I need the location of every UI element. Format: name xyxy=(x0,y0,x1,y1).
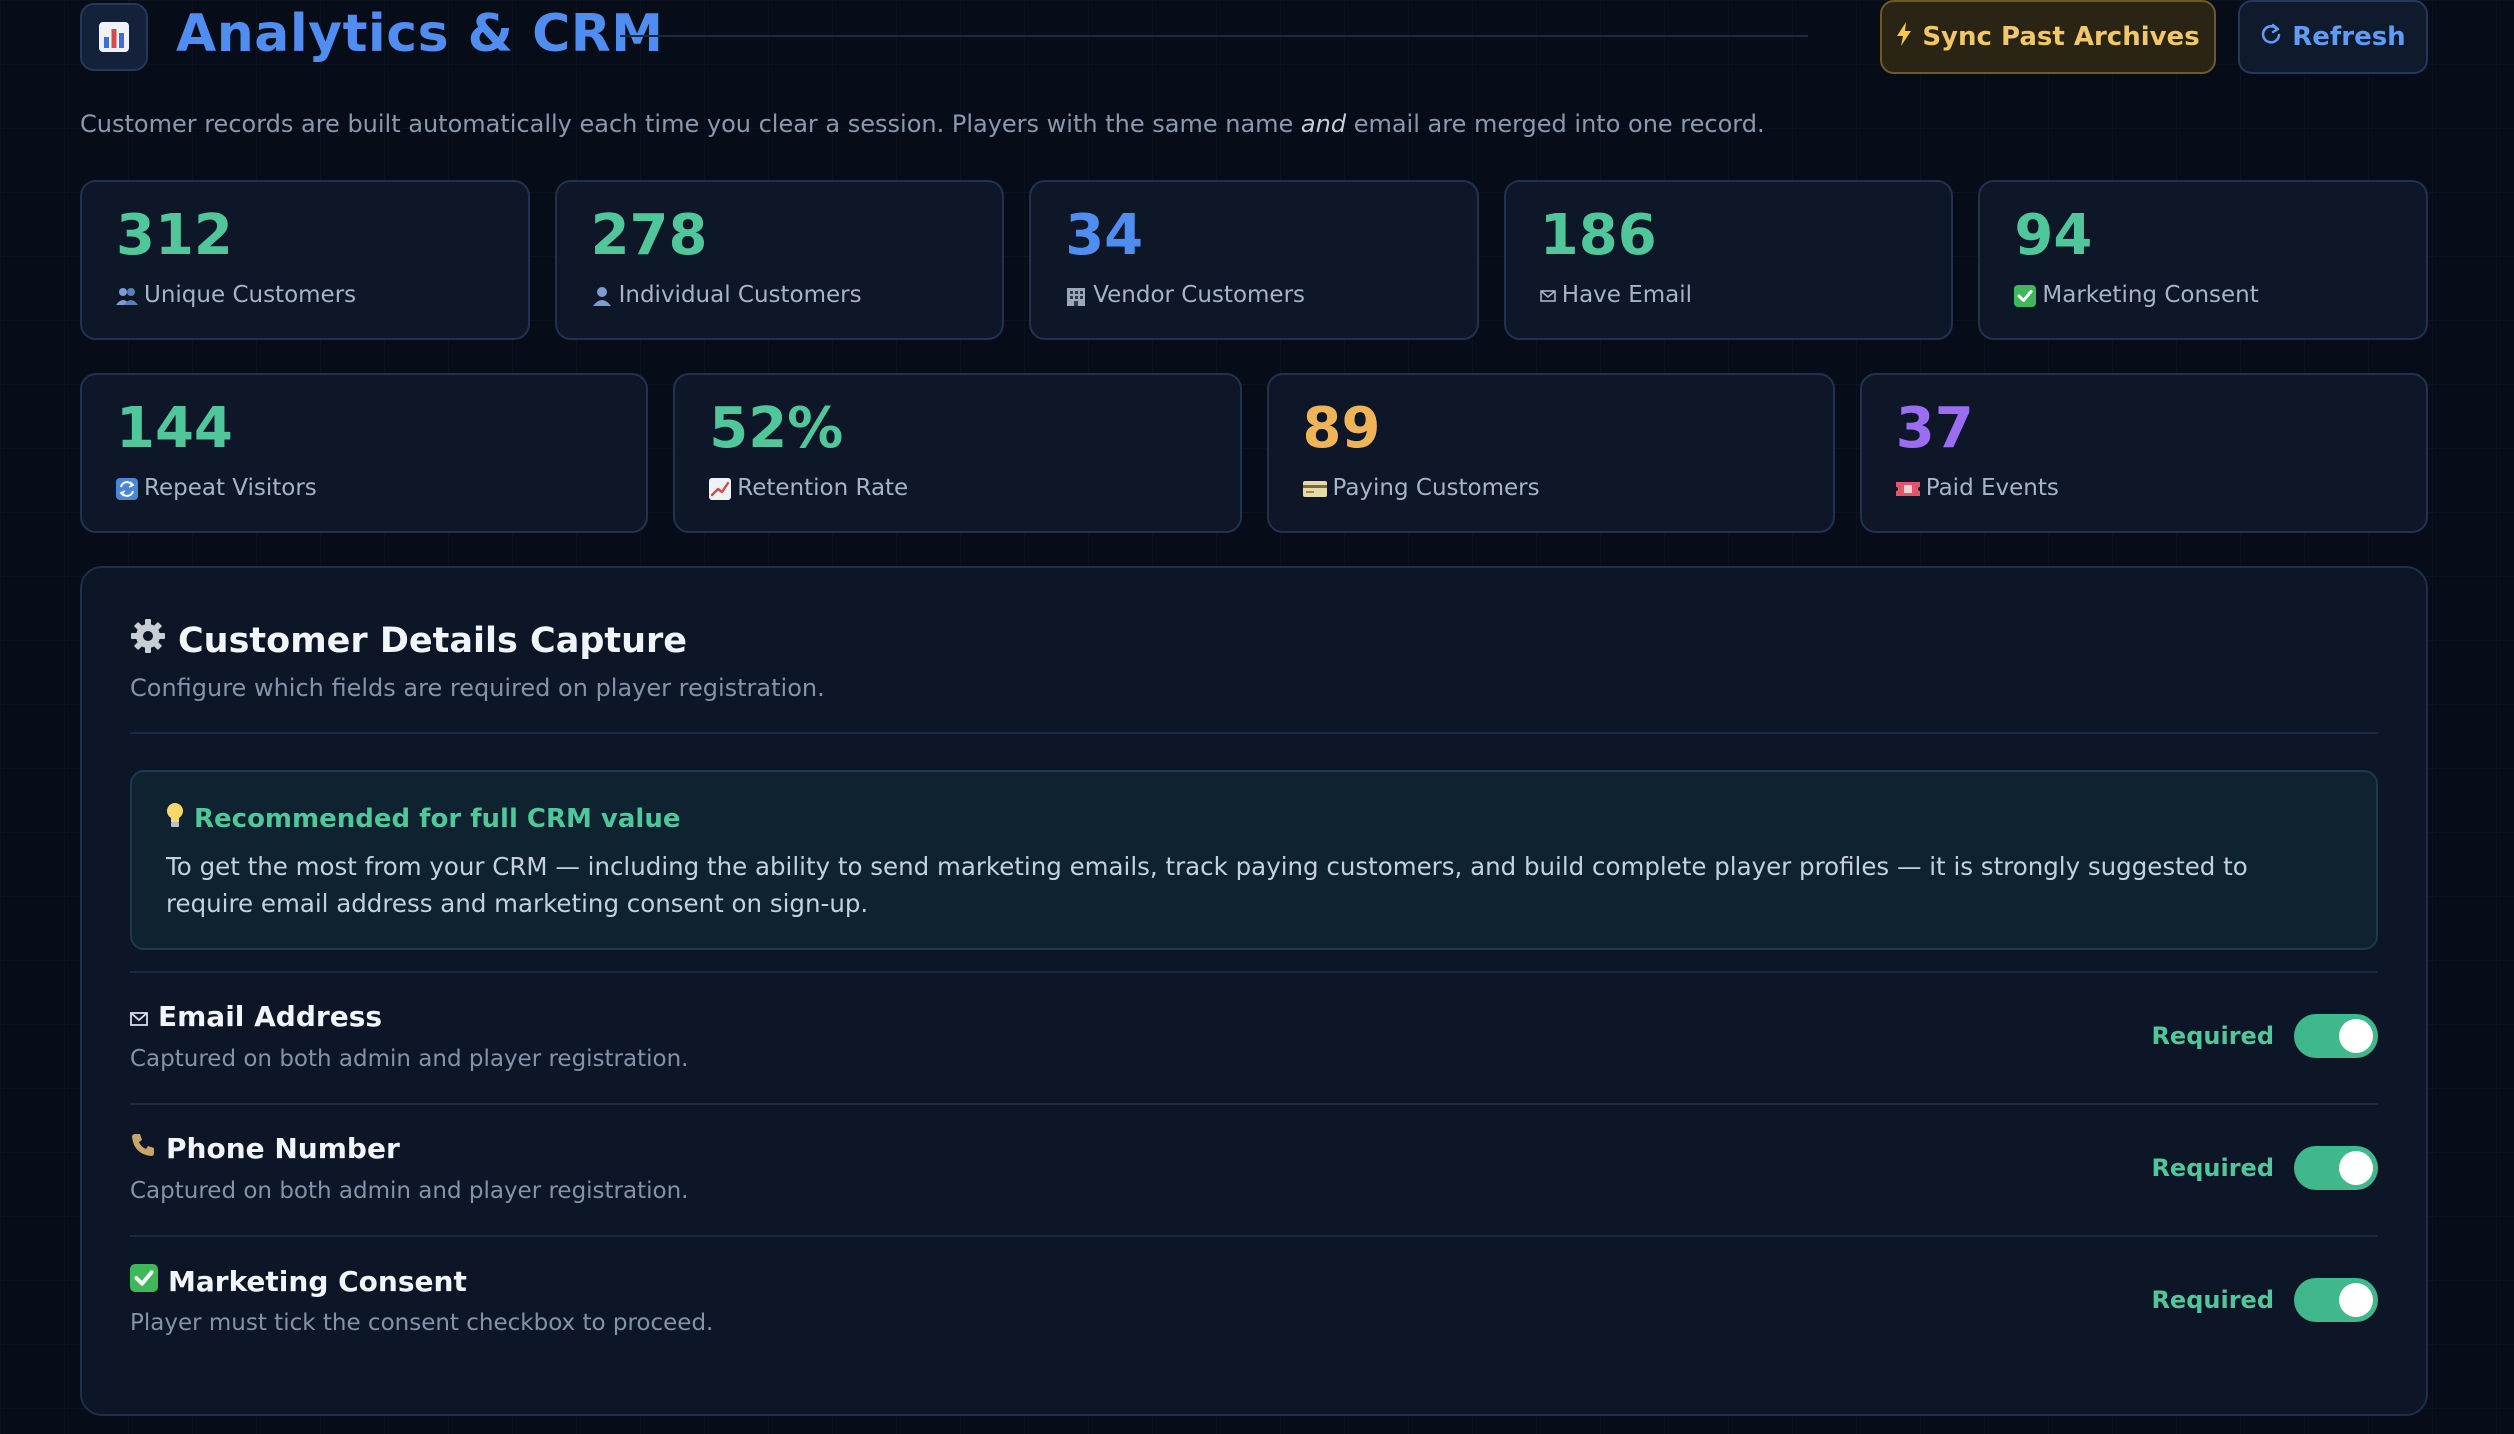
bar-chart-icon xyxy=(80,3,148,71)
required-label: Required xyxy=(2151,1154,2274,1182)
stat-card-individual-customers: 278 Individual Customers xyxy=(554,180,1005,340)
stat-label: Individual Customers xyxy=(618,282,862,308)
envelope-icon xyxy=(130,1000,148,1033)
marketing-consent-required-toggle[interactable] xyxy=(2294,1278,2378,1322)
stat-label-row: Paid Events xyxy=(1895,475,2059,501)
recommendation-body: To get the most from your CRM — includin… xyxy=(166,852,2248,918)
field-name-text: Email Address xyxy=(158,1000,383,1033)
people-icon xyxy=(116,282,138,308)
stat-label-row: Marketing Consent xyxy=(2014,282,2259,308)
stat-card-unique-customers: 312 Unique Customers xyxy=(80,180,530,340)
stat-label-row: Unique Customers xyxy=(116,282,356,308)
lightning-icon xyxy=(1896,21,1912,53)
trend-up-icon xyxy=(709,475,732,501)
stat-card-vendor-customers: 34 Vendor Customers xyxy=(1029,180,1479,340)
stat-value: 94 xyxy=(2014,203,2093,268)
sync-button-label: Sync Past Archives xyxy=(1922,22,2200,52)
recommendation-title: Recommended for full CRM value xyxy=(166,802,680,835)
field-name: Marketing Consent xyxy=(130,1264,467,1299)
email-required-toggle[interactable] xyxy=(2294,1014,2378,1058)
field-description: Captured on both admin and player regist… xyxy=(130,1046,689,1072)
title-divider xyxy=(620,35,1808,37)
stat-label-row: Have Email xyxy=(1539,282,1693,308)
stat-card-paying-customers: 89 Paying Customers xyxy=(1266,373,1835,533)
field-description: Captured on both admin and player regist… xyxy=(130,1178,689,1204)
stat-label-row: Repeat Visitors xyxy=(116,475,317,501)
toggle-knob xyxy=(2339,1283,2373,1317)
envelope-icon xyxy=(1539,282,1556,308)
repeat-icon xyxy=(116,475,138,501)
stat-card-retention-rate: 52% Retention Rate xyxy=(673,373,1242,533)
stat-label-row: Vendor Customers xyxy=(1065,282,1305,308)
required-label: Required xyxy=(2151,1286,2274,1314)
toggle-knob xyxy=(2339,1019,2373,1053)
panel-title-text: Customer Details Capture xyxy=(178,620,688,661)
refresh-icon xyxy=(2260,22,2282,52)
field-row-phone: Phone Number Captured on both admin and … xyxy=(130,1104,2378,1236)
page-header: Analytics & CRM Sync Past Archives Refre… xyxy=(80,0,2428,76)
toggle-knob xyxy=(2339,1151,2373,1185)
field-name: Email Address xyxy=(130,1000,382,1033)
refresh-button[interactable]: Refresh xyxy=(2238,0,2428,74)
stat-label: Vendor Customers xyxy=(1093,282,1306,308)
page-title: Analytics & CRM xyxy=(176,4,664,64)
stat-label-row: Individual Customers xyxy=(591,282,862,308)
stat-label: Have Email xyxy=(1561,282,1693,308)
stat-label: Paying Customers xyxy=(1332,475,1540,501)
building-icon xyxy=(1065,282,1087,308)
stat-label: Unique Customers xyxy=(144,282,357,308)
stats-row-1: 312 Unique Customers 278 Individual Cust… xyxy=(80,180,2428,340)
stat-label: Paid Events xyxy=(1925,475,2059,501)
stat-value: 89 xyxy=(1302,396,1381,461)
description-text-1: Customer records are built automatically… xyxy=(80,110,1301,138)
field-row-email: Email Address Captured on both admin and… xyxy=(130,972,2378,1104)
check-icon xyxy=(2014,282,2037,308)
field-name-text: Phone Number xyxy=(166,1132,400,1165)
stat-card-repeat-visitors: 144 Repeat Visitors xyxy=(80,373,649,533)
field-name: Phone Number xyxy=(130,1132,400,1165)
refresh-button-label: Refresh xyxy=(2292,22,2406,52)
stat-value: 186 xyxy=(1539,203,1657,268)
stat-card-paid-events: 37 Paid Events xyxy=(1859,373,2428,533)
field-name-text: Marketing Consent xyxy=(168,1265,467,1298)
person-icon xyxy=(591,282,613,308)
stats-row-2: 144 Repeat Visitors 52% Retention Rate 8… xyxy=(80,373,2428,533)
description-text-2: email are merged into one record. xyxy=(1346,110,1765,138)
phone-required-toggle[interactable] xyxy=(2294,1146,2378,1190)
stat-value: 34 xyxy=(1065,203,1144,268)
stat-value: 312 xyxy=(116,203,233,268)
stat-label: Repeat Visitors xyxy=(144,475,317,501)
stat-card-marketing-consent: 94 Marketing Consent xyxy=(1978,180,2428,340)
panel-subtitle: Configure which fields are required on p… xyxy=(130,674,825,702)
stat-value: 144 xyxy=(116,396,233,461)
sync-past-archives-button[interactable]: Sync Past Archives xyxy=(1880,0,2216,74)
gear-icon xyxy=(130,618,166,663)
description-emphasis: and xyxy=(1300,110,1347,138)
field-row-marketing-consent: Marketing Consent Player must tick the c… xyxy=(130,1236,2378,1368)
field-description: Player must tick the consent checkbox to… xyxy=(130,1310,714,1336)
panel-title: Customer Details Capture xyxy=(130,618,687,663)
stat-label: Retention Rate xyxy=(737,475,909,501)
credit-card-icon xyxy=(1302,475,1327,501)
page-description: Customer records are built automatically… xyxy=(80,110,1765,138)
lightbulb-icon xyxy=(166,802,184,835)
analytics-crm-page: Analytics & CRM Sync Past Archives Refre… xyxy=(80,0,2428,1416)
divider xyxy=(130,732,2378,734)
phone-icon xyxy=(130,1132,156,1165)
ticket-icon xyxy=(1895,475,1920,501)
stat-value: 52% xyxy=(709,396,844,461)
stat-card-have-email: 186 Have Email xyxy=(1503,180,1954,340)
stat-label-row: Paying Customers xyxy=(1302,475,1540,501)
recommendation-title-text: Recommended for full CRM value xyxy=(194,803,681,834)
check-icon xyxy=(130,1264,158,1299)
customer-details-capture-panel: Customer Details Capture Configure which… xyxy=(80,566,2428,1416)
stat-value: 278 xyxy=(590,203,708,268)
recommendation-callout: Recommended for full CRM value To get th… xyxy=(130,770,2378,950)
required-label: Required xyxy=(2151,1022,2274,1050)
stat-label: Marketing Consent xyxy=(2042,282,2259,308)
stat-label-row: Retention Rate xyxy=(709,475,908,501)
stat-value: 37 xyxy=(1895,396,1974,461)
